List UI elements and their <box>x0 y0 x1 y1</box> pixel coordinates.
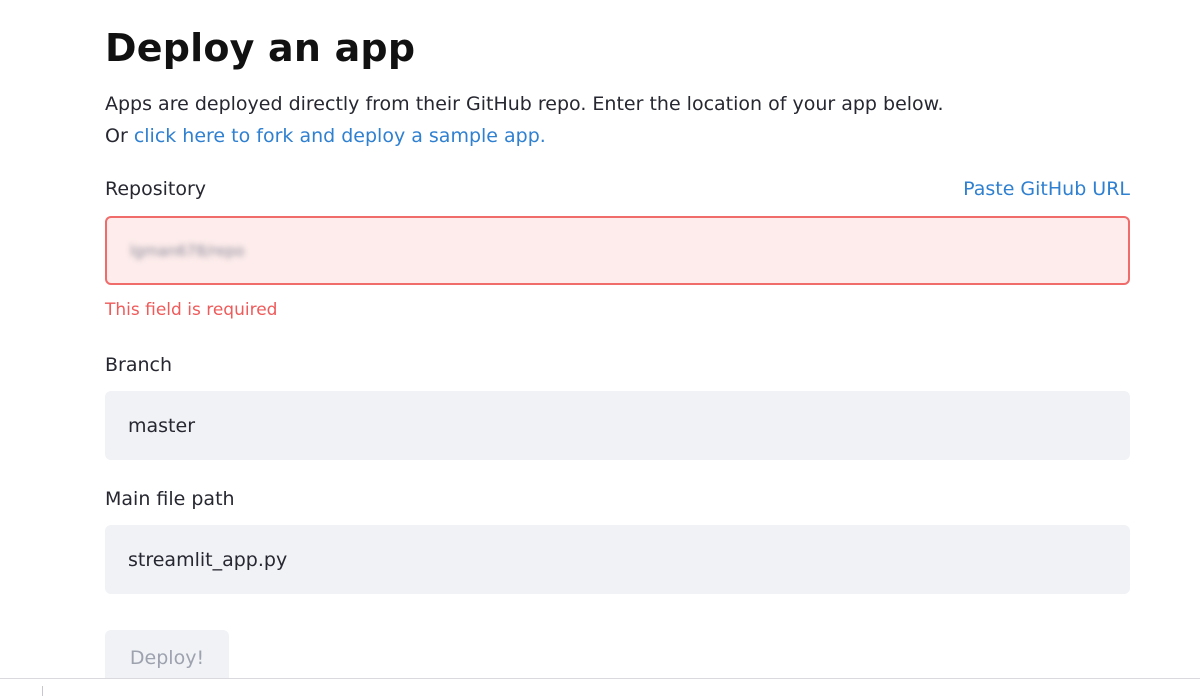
intro-line-2: Or click here to fork and deploy a sampl… <box>105 120 1130 152</box>
repository-input[interactable]: lgman678/repo <box>105 216 1130 285</box>
deploy-page: Deploy an app Apps are deployed directly… <box>0 0 1200 698</box>
repository-label: Repository <box>105 178 207 200</box>
branch-label: Branch <box>105 354 173 376</box>
intro-line-1: Apps are deployed directly from their Gi… <box>105 93 944 115</box>
page-title: Deploy an app <box>105 26 416 70</box>
fork-sample-app-link[interactable]: click here to fork and deploy a sample a… <box>134 125 546 147</box>
branch-input-value: master <box>128 414 196 437</box>
main-file-path-input[interactable]: streamlit_app.py <box>105 525 1130 594</box>
bottom-divider <box>0 678 1200 698</box>
bottom-tick-mark <box>42 686 43 696</box>
repository-error-message: This field is required <box>105 300 278 320</box>
repository-label-row: Repository Paste GitHub URL <box>105 178 1130 200</box>
branch-input[interactable]: master <box>105 391 1130 460</box>
branch-label-row: Branch <box>105 354 1130 376</box>
intro-text: Apps are deployed directly from their Gi… <box>105 88 1130 152</box>
intro-prefix: Or <box>105 125 134 147</box>
main-file-path-label: Main file path <box>105 488 235 510</box>
paste-github-url-link[interactable]: Paste GitHub URL <box>963 178 1130 200</box>
main-file-label-row: Main file path <box>105 488 1130 510</box>
repository-input-value: lgman678/repo <box>130 241 245 260</box>
main-file-path-value: streamlit_app.py <box>128 548 288 571</box>
